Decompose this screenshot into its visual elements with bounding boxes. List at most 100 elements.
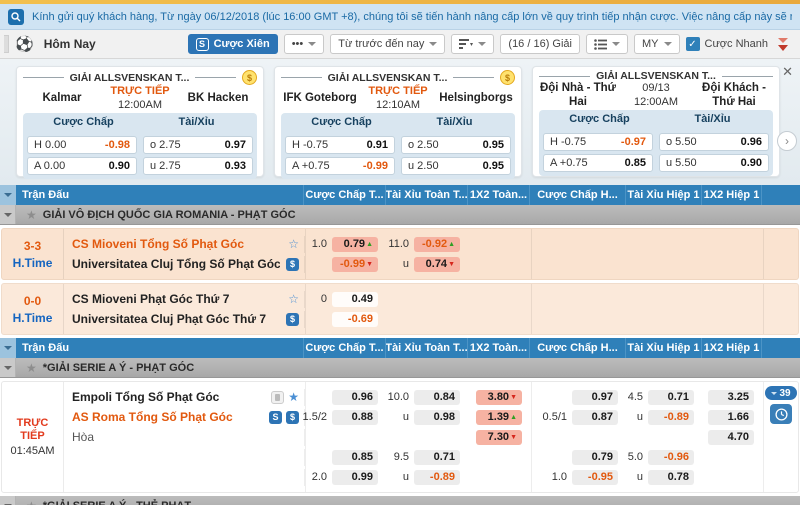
- odds-value: 0.95: [483, 160, 504, 172]
- handicap-value: 0.5/1: [543, 411, 567, 423]
- odds-cell[interactable]: 1.39▲: [476, 410, 522, 425]
- odds-cell[interactable]: 0.87: [572, 410, 618, 425]
- odds-cell[interactable]: 4.70: [708, 430, 754, 445]
- dollar-icon[interactable]: $: [286, 258, 299, 271]
- odds-cell[interactable]: 3.25: [708, 390, 754, 405]
- card-icon[interactable]: [271, 391, 284, 404]
- more-markets-button[interactable]: •••: [284, 34, 325, 54]
- favorite-star-icon[interactable]: ☆: [288, 293, 299, 305]
- odds-column-ah: 1.00.79▲-0.99▼: [305, 229, 387, 279]
- odds-cell[interactable]: 0.97: [572, 390, 618, 405]
- odds-cell[interactable]: -0.69: [332, 312, 378, 327]
- odds-cell[interactable]: 1.66: [708, 410, 754, 425]
- over-under-odds-cell[interactable]: o 5.500.96: [659, 133, 769, 151]
- odds-cell[interactable]: 0.49: [332, 292, 378, 307]
- quick-bet-toggle[interactable]: ✓ Cược Nhanh: [686, 37, 769, 51]
- odds-cell[interactable]: 0.71: [648, 390, 694, 405]
- odds-column-ah1: [531, 284, 627, 334]
- star-icon[interactable]: ★: [26, 362, 37, 374]
- match-date: 09/13: [617, 82, 695, 96]
- favorite-star-icon[interactable]: ★: [288, 391, 299, 403]
- handicap-odds-cell[interactable]: H -0.750.91: [285, 136, 395, 154]
- star-icon[interactable]: ★: [26, 500, 37, 505]
- odds-column-x21: 3.25 1.66 4.70: [703, 382, 763, 492]
- handicap-odds-cell[interactable]: H -0.75-0.97: [543, 133, 653, 151]
- odds-cell[interactable]: 0.85: [332, 450, 378, 465]
- league-group-header[interactable]: ★*GIẢI SERIE A Ý - THẺ PHẠT: [0, 496, 800, 505]
- time-range-dropdown[interactable]: Từ trước đến nay: [330, 34, 445, 54]
- handicap-odds-cell[interactable]: A 0.000.90: [27, 157, 137, 175]
- odds-label: A +0.75: [550, 157, 588, 169]
- odds-label: H -0.75: [292, 139, 328, 151]
- match-score: 3-3: [24, 239, 41, 253]
- odds-format-dropdown[interactable]: MY: [634, 34, 680, 54]
- odds-down-icon: ▼: [510, 434, 517, 441]
- column-header-0: Trận Đấu: [16, 185, 303, 205]
- close-icon[interactable]: ✕: [782, 65, 793, 78]
- odds-cell[interactable]: -0.89: [648, 410, 694, 425]
- more-bets-button[interactable]: 39: [765, 386, 797, 400]
- odds-cell[interactable]: -0.89: [414, 470, 460, 485]
- view-mode-dropdown[interactable]: [586, 34, 628, 54]
- odds-cell[interactable]: -0.95: [572, 470, 618, 485]
- over-under-odds-cell[interactable]: o 2.750.97: [143, 136, 253, 154]
- collapse-group-icon[interactable]: [0, 496, 16, 505]
- favorite-star-icon[interactable]: ☆: [288, 238, 299, 250]
- odds-cell[interactable]: 0.78: [648, 470, 694, 485]
- odds-cell[interactable]: 0.96: [332, 390, 378, 405]
- odds-cell[interactable]: 0.71: [414, 450, 460, 465]
- odds-column-x21: [703, 284, 763, 334]
- edge-stub: [4, 35, 9, 53]
- handicap-odds-cell[interactable]: H 0.00-0.98: [27, 136, 137, 154]
- odds-cell[interactable]: 3.80▼: [476, 390, 522, 405]
- league-group-header[interactable]: ★*GIẢI SERIE A Ý - PHẠT GÓC: [0, 358, 800, 378]
- odds-value: 0.99: [352, 471, 373, 483]
- match-time: 12:00AM: [617, 96, 695, 110]
- odds-cell[interactable]: 0.84: [414, 390, 460, 405]
- coin-icon[interactable]: $: [500, 70, 515, 85]
- league-group-header[interactable]: ★GIẢI VÔ ĐỊCH QUỐC GIA ROMANIA - PHẠT GÓ…: [0, 205, 800, 225]
- handicap-value: u: [403, 258, 409, 270]
- odds-refresh-arrows-icon[interactable]: [774, 38, 792, 51]
- dollar-icon[interactable]: $: [286, 411, 299, 424]
- collapse-all-icon[interactable]: [0, 338, 16, 358]
- league-name: GIẢI ALLSVENSKAN T...: [328, 72, 448, 84]
- over-under-odds-cell[interactable]: u 2.750.93: [143, 157, 253, 175]
- league-filter-button[interactable]: (16 / 16) Giải: [500, 34, 580, 54]
- odds-cell[interactable]: -0.92▲: [414, 237, 460, 252]
- teams-cell: CS Mioveni Tổng Số Phạt Góc☆Universitate…: [64, 229, 305, 279]
- over-under-odds-cell[interactable]: u 5.500.90: [659, 154, 769, 172]
- odds-cell[interactable]: 0.88: [332, 410, 378, 425]
- odds-cell[interactable]: 7.30▼: [476, 430, 522, 445]
- column-header-6: 1X2 Hiệp 1: [701, 185, 761, 205]
- parlay-button[interactable]: S Cược Xiên: [188, 34, 278, 54]
- odds-cell[interactable]: 0.74▼: [414, 257, 460, 272]
- over-under-odds-cell[interactable]: u 2.500.95: [401, 157, 511, 175]
- handicap-odds-cell[interactable]: A +0.750.85: [543, 154, 653, 172]
- sort-dropdown[interactable]: [451, 34, 494, 54]
- star-icon[interactable]: ★: [26, 209, 37, 221]
- row-actions-cell: 39: [763, 382, 798, 492]
- carousel-next-button[interactable]: ›: [777, 131, 797, 151]
- handicap-odds-cell[interactable]: A +0.75-0.99: [285, 157, 395, 175]
- team-name: CS Mioveni Tổng Số Phạt Góc: [72, 237, 244, 251]
- clock-button[interactable]: [770, 404, 792, 424]
- dollar-icon[interactable]: $: [286, 313, 299, 326]
- odds-label: A 0.00: [34, 160, 65, 172]
- over-under-odds-cell[interactable]: o 2.500.95: [401, 136, 511, 154]
- odds-value: 3.80: [488, 391, 509, 403]
- odds-cell[interactable]: -0.96: [648, 450, 694, 465]
- live-label: TRỰC TIẾP: [359, 85, 437, 99]
- stats-icon[interactable]: S: [269, 411, 282, 424]
- odds-cell[interactable]: 0.79▲: [332, 237, 378, 252]
- odds-cell[interactable]: -0.99▼: [332, 257, 378, 272]
- collapse-group-icon[interactable]: [0, 205, 16, 224]
- odds-cell[interactable]: 0.99: [332, 470, 378, 485]
- collapse-group-icon[interactable]: [0, 358, 16, 377]
- coin-icon[interactable]: $: [242, 70, 257, 85]
- collapse-all-icon[interactable]: [0, 185, 16, 205]
- odds-value: -0.99: [363, 160, 388, 172]
- checkbox-checked-icon[interactable]: ✓: [686, 37, 700, 51]
- odds-cell[interactable]: 0.98: [414, 410, 460, 425]
- odds-cell[interactable]: 0.79: [572, 450, 618, 465]
